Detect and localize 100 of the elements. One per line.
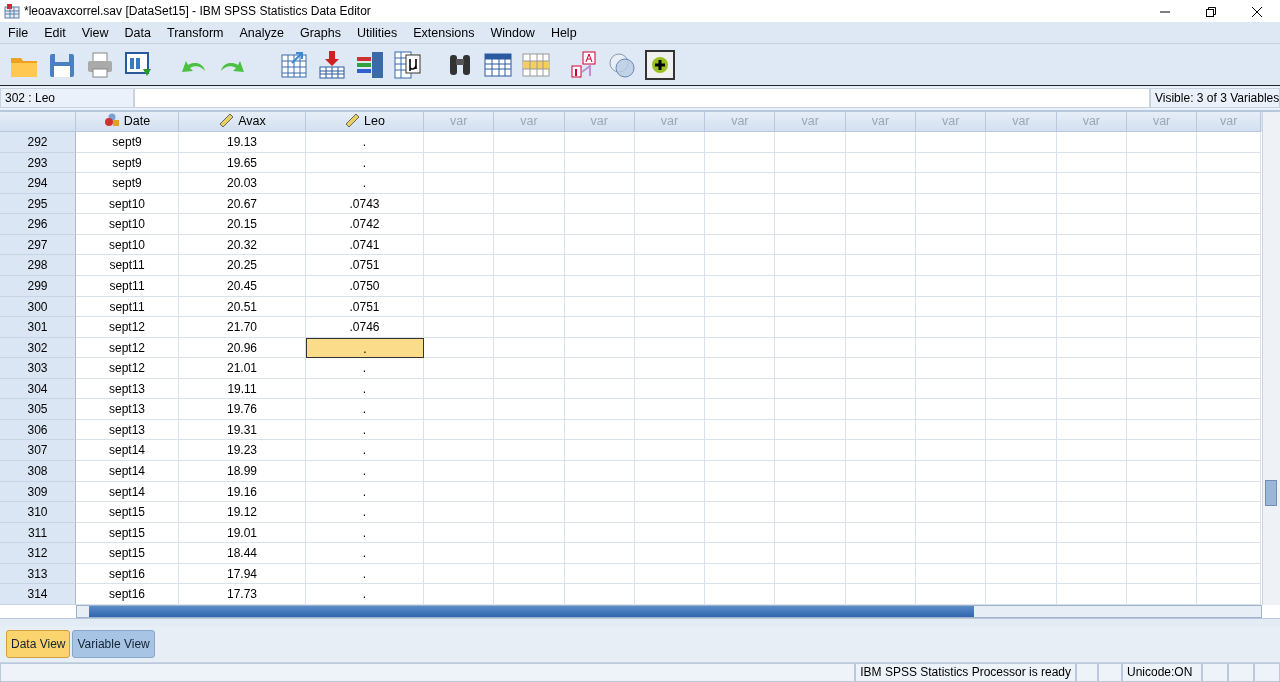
- table-cell[interactable]: [1126, 337, 1198, 359]
- table-cell[interactable]: [986, 255, 1057, 276]
- table-cell[interactable]: [1197, 502, 1262, 523]
- table-cell[interactable]: [845, 440, 917, 461]
- table-cell[interactable]: 19.23: [179, 440, 306, 461]
- table-cell[interactable]: [1197, 193, 1262, 215]
- table-cell[interactable]: [634, 563, 706, 585]
- table-cell[interactable]: [916, 234, 987, 256]
- table-cell[interactable]: [1126, 317, 1198, 338]
- table-cell[interactable]: [494, 543, 565, 564]
- table-cell[interactable]: [916, 419, 987, 441]
- table-cell[interactable]: [634, 419, 706, 441]
- table-cell[interactable]: [1126, 234, 1198, 256]
- table-cell[interactable]: [424, 584, 495, 605]
- table-cell[interactable]: [845, 337, 917, 359]
- table-cell[interactable]: sept15: [76, 522, 179, 544]
- table-cell[interactable]: [705, 132, 776, 153]
- table-cell[interactable]: [1126, 275, 1198, 297]
- table-cell[interactable]: [1197, 296, 1262, 318]
- table-cell[interactable]: [845, 461, 917, 482]
- table-cell[interactable]: [986, 522, 1057, 544]
- table-cell[interactable]: 20.51: [179, 296, 306, 318]
- table-cell[interactable]: [1197, 337, 1262, 359]
- scroll-thumb[interactable]: [89, 606, 974, 617]
- table-cell[interactable]: .0751: [306, 255, 424, 276]
- table-cell[interactable]: [564, 255, 635, 276]
- view-tab[interactable]: Variable View: [72, 630, 155, 658]
- table-cell[interactable]: [986, 193, 1057, 215]
- table-cell[interactable]: [494, 502, 565, 523]
- table-cell[interactable]: [1197, 522, 1262, 544]
- table-cell[interactable]: .0741: [306, 234, 424, 256]
- table-cell[interactable]: [916, 378, 987, 400]
- table-cell[interactable]: [1126, 173, 1198, 194]
- table-cell[interactable]: [564, 481, 635, 503]
- table-cell[interactable]: .: [306, 502, 424, 523]
- table-cell[interactable]: 19.65: [179, 152, 306, 174]
- table-cell[interactable]: [1056, 173, 1127, 194]
- table-cell[interactable]: [845, 214, 917, 235]
- table-cell[interactable]: [424, 275, 495, 297]
- table-cell[interactable]: [705, 358, 776, 379]
- row-number[interactable]: 307: [0, 440, 76, 461]
- table-cell[interactable]: [1126, 399, 1198, 420]
- cell-value-field[interactable]: [134, 88, 1150, 108]
- column-header[interactable]: Leo: [306, 112, 424, 132]
- table-cell[interactable]: sept16: [76, 563, 179, 585]
- table-cell[interactable]: [564, 317, 635, 338]
- table-cell[interactable]: [634, 399, 706, 420]
- table-cell[interactable]: [564, 522, 635, 544]
- table-cell[interactable]: [1056, 502, 1127, 523]
- table-cell[interactable]: [916, 214, 987, 235]
- table-cell[interactable]: [1056, 132, 1127, 153]
- row-number[interactable]: 306: [0, 419, 76, 441]
- table-cell[interactable]: [986, 563, 1057, 585]
- table-cell[interactable]: [916, 358, 987, 379]
- table-cell[interactable]: [705, 399, 776, 420]
- table-cell[interactable]: [494, 234, 565, 256]
- table-cell[interactable]: [705, 255, 776, 276]
- table-cell[interactable]: [634, 193, 706, 215]
- menu-item[interactable]: Help: [542, 22, 585, 43]
- table-cell[interactable]: [705, 173, 776, 194]
- table-cell[interactable]: [916, 522, 987, 544]
- table-cell[interactable]: sept10: [76, 234, 179, 256]
- table-cell[interactable]: [1126, 419, 1198, 441]
- table-cell[interactable]: [634, 440, 706, 461]
- table-cell[interactable]: sept9: [76, 132, 179, 153]
- table-cell[interactable]: [424, 419, 495, 441]
- table-cell[interactable]: [634, 543, 706, 564]
- table-cell[interactable]: .: [306, 132, 424, 153]
- table-cell[interactable]: 19.76: [179, 399, 306, 420]
- table-cell[interactable]: [564, 193, 635, 215]
- table-cell[interactable]: [494, 584, 565, 605]
- table-cell[interactable]: [845, 481, 917, 503]
- table-cell[interactable]: [705, 234, 776, 256]
- table-cell[interactable]: [424, 317, 495, 338]
- table-cell[interactable]: [775, 481, 846, 503]
- table-cell[interactable]: .: [306, 378, 424, 400]
- table-cell[interactable]: [634, 296, 706, 318]
- table-cell[interactable]: [424, 378, 495, 400]
- table-cell[interactable]: [1197, 399, 1262, 420]
- table-cell[interactable]: [1056, 255, 1127, 276]
- view-tab[interactable]: Data View: [6, 630, 71, 658]
- table-cell[interactable]: [1197, 234, 1262, 256]
- table-cell[interactable]: [1056, 337, 1127, 359]
- table-cell[interactable]: [564, 440, 635, 461]
- table-cell[interactable]: [1126, 378, 1198, 400]
- table-cell[interactable]: [1126, 440, 1198, 461]
- horizontal-scrollbar[interactable]: [76, 605, 1262, 618]
- table-cell[interactable]: [634, 152, 706, 174]
- table-cell[interactable]: [494, 255, 565, 276]
- table-cell[interactable]: [1126, 584, 1198, 605]
- table-cell[interactable]: [986, 481, 1057, 503]
- scroll-thumb[interactable]: [1265, 480, 1277, 506]
- table-cell[interactable]: [494, 275, 565, 297]
- menu-item[interactable]: Analyze: [231, 22, 292, 43]
- table-cell[interactable]: [564, 234, 635, 256]
- table-cell[interactable]: [1197, 440, 1262, 461]
- menu-item[interactable]: Graphs: [291, 22, 349, 43]
- table-cell[interactable]: [1197, 214, 1262, 235]
- table-cell[interactable]: [1197, 563, 1262, 585]
- table-cell[interactable]: [494, 152, 565, 174]
